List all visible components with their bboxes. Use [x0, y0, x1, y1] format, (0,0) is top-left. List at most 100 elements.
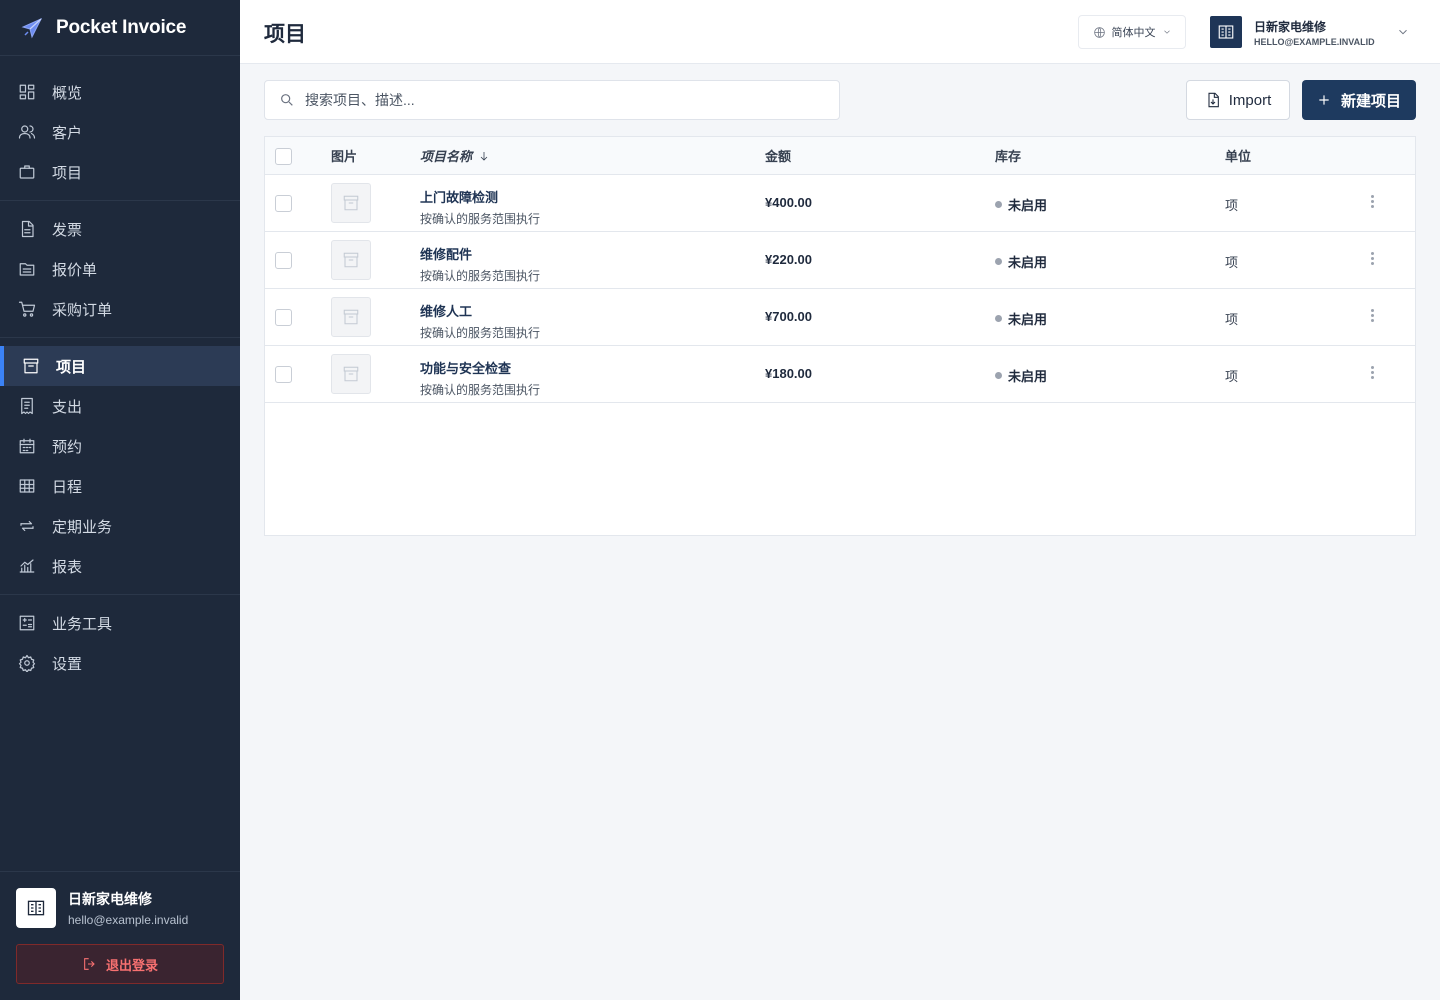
- row-menu-icon[interactable]: [1364, 193, 1380, 209]
- table-row[interactable]: 功能与安全检查 按确认的服务范围执行 ¥180.00 未启用 项: [265, 346, 1415, 403]
- table-row[interactable]: 上门故障检测 按确认的服务范围执行 ¥400.00 未启用 项: [265, 175, 1415, 232]
- item-thumbnail: [331, 240, 371, 280]
- sidebar-item-appointments[interactable]: 预约: [0, 426, 240, 466]
- table-row[interactable]: 维修配件 按确认的服务范围执行 ¥220.00 未启用 项: [265, 232, 1415, 289]
- sidebar-item-label: 客户: [52, 124, 83, 142]
- column-name[interactable]: 项目名称: [420, 146, 490, 165]
- chevron-down-icon: [1163, 30, 1170, 34]
- repeat-icon: [20, 520, 34, 532]
- import-label: Import: [1228, 91, 1272, 109]
- sidebar-item-customers[interactable]: 客户: [0, 112, 240, 152]
- paper-plane-icon: [21, 17, 43, 38]
- users-icon: [18, 125, 36, 139]
- item-description: 按确认的服务范围执行: [420, 326, 541, 340]
- sidebar-footer: 日新家电维修 hello@example.invalid 退出登录: [0, 871, 240, 1000]
- sidebar-item-label: 日程: [52, 478, 83, 496]
- column-name-label: 项目名称: [420, 149, 473, 164]
- sidebar: Pocket Invoice 概览 客户 项目 发票 报价单 采购订单 项目 支…: [0, 0, 240, 1000]
- sidebar-item-settings[interactable]: 设置: [0, 643, 240, 683]
- receipt-icon: [21, 397, 33, 415]
- account-info: 日新家电维修 hello@example.invalid: [16, 888, 224, 928]
- new-item-button[interactable]: 新建项目: [1302, 80, 1416, 120]
- stock-status: 未启用: [995, 195, 1047, 214]
- logout-button[interactable]: 退出登录: [16, 944, 224, 984]
- item-name[interactable]: 维修人工: [420, 301, 540, 320]
- table-row[interactable]: 维修人工 按确认的服务范围执行 ¥700.00 未启用 项: [265, 289, 1415, 346]
- sidebar-item-items[interactable]: 项目: [0, 346, 240, 386]
- item-info: 功能与安全检查 按确认的服务范围执行: [420, 358, 540, 398]
- sidebar-item-overview[interactable]: 概览: [0, 72, 240, 112]
- archive-icon: [343, 366, 359, 382]
- row-menu-icon[interactable]: [1364, 307, 1380, 323]
- user-email: HELLO@EXAMPLE.INVALID: [1254, 36, 1375, 47]
- items-table: 图片 项目名称 金额 库存 单位 上门故障检测 按确认的服务范围执行 ¥400.…: [264, 136, 1416, 536]
- archive-icon: [23, 358, 39, 374]
- item-description: 按确认的服务范围执行: [420, 269, 541, 283]
- briefcase-icon: [19, 165, 35, 179]
- sidebar-item-reports[interactable]: 报表: [0, 546, 240, 586]
- item-name[interactable]: 维修配件: [420, 244, 540, 263]
- archive-icon: [343, 252, 359, 268]
- search-input[interactable]: [305, 92, 805, 108]
- sidebar-item-schedule[interactable]: 日程: [0, 466, 240, 506]
- row-checkbox[interactable]: [275, 309, 292, 326]
- item-description: 按确认的服务范围执行: [420, 383, 541, 397]
- table-icon: [19, 479, 35, 493]
- sidebar-item-label: 预约: [52, 438, 83, 456]
- sidebar-item-business-tools[interactable]: 业务工具: [0, 603, 240, 643]
- row-menu-icon[interactable]: [1364, 250, 1380, 266]
- stock-label: 未启用: [1008, 198, 1048, 213]
- row-checkbox[interactable]: [275, 366, 292, 383]
- row-checkbox[interactable]: [275, 252, 292, 269]
- item-amount: ¥220.00: [765, 252, 812, 267]
- account-email: hello@example.invalid: [68, 913, 189, 927]
- top-header: 项目 简体中文 日新家电维修 HELLO@EXAMPLE.INVALID: [240, 0, 1440, 64]
- item-name[interactable]: 功能与安全检查: [420, 358, 540, 377]
- row-checkbox[interactable]: [275, 195, 292, 212]
- import-button[interactable]: Import: [1186, 80, 1290, 120]
- nav-group-tools: 业务工具 设置: [0, 595, 240, 691]
- sidebar-item-recurring[interactable]: 定期业务: [0, 506, 240, 546]
- sidebar-item-quotes[interactable]: 报价单: [0, 249, 240, 289]
- language-selector[interactable]: 简体中文: [1078, 15, 1186, 49]
- brand[interactable]: Pocket Invoice: [0, 0, 240, 56]
- language-label: 简体中文: [1111, 27, 1156, 39]
- column-unit: 单位: [1225, 149, 1252, 164]
- column-amount: 金额: [765, 149, 792, 164]
- sidebar-item-label: 支出: [52, 398, 83, 416]
- building-icon: [27, 900, 45, 916]
- sidebar-item-label: 定期业务: [52, 518, 113, 536]
- chart-icon: [19, 559, 35, 573]
- plus-icon: [1319, 95, 1329, 105]
- sidebar-item-label: 设置: [52, 655, 83, 673]
- status-dot: [995, 258, 1002, 265]
- building-icon: [1218, 25, 1234, 39]
- stock-label: 未启用: [1008, 255, 1048, 270]
- select-all-checkbox[interactable]: [275, 148, 292, 165]
- item-unit: 项: [1225, 369, 1239, 384]
- item-name[interactable]: 上门故障检测: [420, 187, 540, 206]
- stock-status: 未启用: [995, 252, 1047, 271]
- stock-status: 未启用: [995, 366, 1047, 385]
- sidebar-item-label: 采购订单: [52, 301, 113, 319]
- search-icon: [281, 94, 293, 106]
- stock-label: 未启用: [1008, 369, 1048, 384]
- user-menu[interactable]: 日新家电维修 HELLO@EXAMPLE.INVALID: [1210, 15, 1410, 49]
- nav-group-sales: 发票 报价单 采购订单: [0, 201, 240, 338]
- item-amount: ¥180.00: [765, 366, 812, 381]
- calendar-icon: [19, 438, 35, 454]
- archive-icon: [343, 309, 359, 325]
- sidebar-item-purchase-orders[interactable]: 采购订单: [0, 289, 240, 329]
- brand-name: Pocket Invoice: [56, 16, 187, 38]
- item-info: 维修配件 按确认的服务范围执行: [420, 244, 540, 284]
- archive-icon: [343, 195, 359, 211]
- row-menu-icon[interactable]: [1364, 364, 1380, 380]
- sidebar-item-projects[interactable]: 项目: [0, 152, 240, 192]
- page-title: 项目: [264, 23, 306, 46]
- sidebar-item-invoices[interactable]: 发票: [0, 209, 240, 249]
- item-info: 上门故障检测 按确认的服务范围执行: [420, 187, 540, 227]
- cart-icon: [18, 301, 36, 317]
- status-dot: [995, 315, 1002, 322]
- sidebar-item-expenses[interactable]: 支出: [0, 386, 240, 426]
- avatar: [16, 888, 56, 928]
